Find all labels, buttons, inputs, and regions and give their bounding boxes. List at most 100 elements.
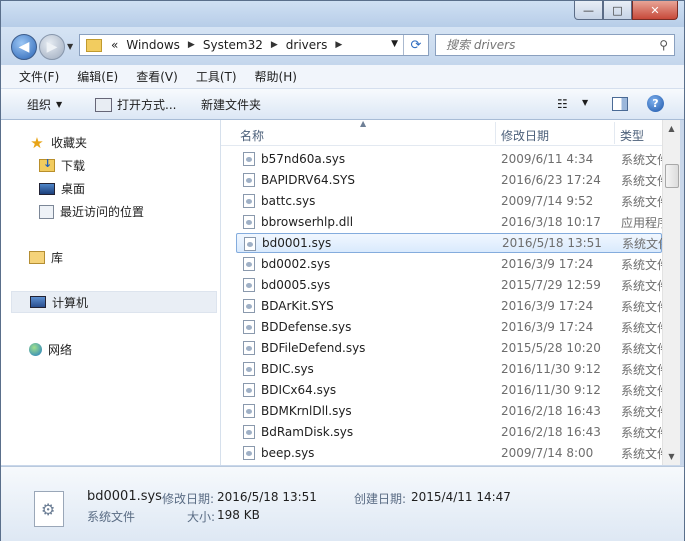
- menu-tools[interactable]: 工具(T): [178, 68, 246, 85]
- file-name: BDICx64.sys: [261, 383, 337, 397]
- nav-downloads-label: 下载: [61, 159, 86, 173]
- scroll-up-icon[interactable]: ▲: [663, 120, 680, 137]
- nav-recent-places[interactable]: 最近访问的位置: [39, 203, 144, 220]
- search-input[interactable]: [444, 37, 648, 53]
- search-box[interactable]: ⚲: [435, 34, 675, 56]
- file-row[interactable]: bd0001.sys 2016/5/18 13:51 系统文件: [236, 233, 662, 253]
- close-button[interactable]: ✕: [632, 1, 678, 20]
- file-row[interactable]: bd0005.sys 2015/7/29 12:59 系统文件: [236, 275, 662, 295]
- file-date: 2016/11/30 9:12: [501, 383, 601, 397]
- address-prefix[interactable]: «: [107, 38, 122, 52]
- file-row[interactable]: bd0002.sys 2016/3/9 17:24 系统文件: [236, 254, 662, 274]
- file-row[interactable]: BDMKrnlDll.sys 2016/2/18 16:43 系统文件: [236, 401, 662, 421]
- column-divider[interactable]: [614, 122, 615, 144]
- column-header-date[interactable]: 修改日期: [501, 127, 549, 144]
- file-date: 2016/3/9 17:24: [501, 257, 594, 271]
- breadcrumb-drivers[interactable]: drivers: [282, 38, 332, 52]
- details-created-value: 2015/4/11 14:47: [411, 490, 511, 504]
- file-name: BDDefense.sys: [261, 320, 352, 334]
- column-header-type[interactable]: 类型: [620, 127, 644, 144]
- file-row[interactable]: bbrowserhlp.dll 2016/3/18 10:17 应用程序扩展: [236, 212, 662, 232]
- file-type: 系统文件: [621, 194, 662, 209]
- chevron-down-icon: ▼: [56, 100, 63, 109]
- system-file-icon: [243, 362, 255, 376]
- system-file-icon: [243, 425, 255, 439]
- file-date: 2016/3/9 17:24: [501, 320, 594, 334]
- menu-file[interactable]: 文件(F): [1, 68, 68, 85]
- refresh-icon[interactable]: ⟳: [403, 35, 428, 55]
- nav-network[interactable]: 网络: [29, 341, 72, 358]
- details-filetype: 系统文件: [87, 510, 136, 524]
- file-row[interactable]: BDFileDefend.sys 2015/5/28 10:20 系统文件: [236, 338, 662, 358]
- search-icon[interactable]: ⚲: [659, 38, 668, 52]
- file-row[interactable]: BdRamDisk.sys 2016/2/18 16:43 系统文件: [236, 422, 662, 442]
- nav-favorites[interactable]: ★ 收藏夹: [29, 134, 87, 151]
- forward-button[interactable]: ▶: [39, 34, 65, 60]
- command-bar: 组织 ▼ 打开方式... 新建文件夹 ☷ ▼ ?: [1, 89, 684, 120]
- scroll-thumb[interactable]: [665, 164, 679, 188]
- column-divider[interactable]: [495, 122, 496, 144]
- menu-help[interactable]: 帮助(H): [237, 68, 306, 85]
- file-date: 2015/5/28 10:20: [501, 341, 601, 355]
- file-type: 系统文件: [621, 446, 662, 461]
- open-with-button[interactable]: 打开方式...: [95, 96, 176, 113]
- column-header-name[interactable]: 名称: [240, 127, 264, 144]
- menu-bar: 文件(F) 编辑(E) 查看(V) 工具(T) 帮助(H): [1, 65, 684, 89]
- views-dropdown-icon[interactable]: ▼: [582, 98, 588, 107]
- nav-computer-label: 计算机: [52, 295, 89, 310]
- chevron-right-icon[interactable]: ▶: [184, 40, 199, 50]
- star-icon: ★: [30, 133, 44, 152]
- file-name: beep.sys: [261, 446, 315, 460]
- system-file-icon: [243, 194, 255, 208]
- chevron-right-icon[interactable]: ▶: [331, 40, 346, 50]
- menu-edit[interactable]: 编辑(E): [59, 68, 127, 85]
- file-name: battc.sys: [261, 194, 316, 208]
- back-button[interactable]: ◀: [11, 34, 37, 60]
- file-row[interactable]: b57nd60a.sys 2009/6/11 4:34 系统文件: [236, 149, 662, 169]
- file-type: 系统文件: [621, 299, 662, 314]
- folder-icon: [86, 38, 102, 52]
- details-modified-label: 修改日期:: [162, 492, 215, 506]
- system-file-icon: [243, 404, 255, 418]
- computer-icon: [30, 296, 46, 308]
- file-row[interactable]: BDICx64.sys 2016/11/30 9:12 系统文件: [236, 380, 662, 400]
- file-row[interactable]: BDIC.sys 2016/11/30 9:12 系统文件: [236, 359, 662, 379]
- nav-computer[interactable]: 计算机: [11, 291, 217, 313]
- file-row[interactable]: BDDefense.sys 2016/3/9 17:24 系统文件: [236, 317, 662, 337]
- address-bar[interactable]: « Windows ▶ System32 ▶ drivers ▶ ▼ ⟳: [79, 34, 429, 56]
- file-date: 2016/3/9 17:24: [501, 299, 594, 313]
- maximize-button[interactable]: □: [603, 1, 632, 20]
- file-name: b57nd60a.sys: [261, 152, 346, 166]
- views-icon[interactable]: ☷: [557, 97, 568, 111]
- vertical-scrollbar[interactable]: ▲ ▼: [662, 120, 680, 465]
- preview-pane-icon[interactable]: [612, 97, 628, 111]
- file-row[interactable]: BDArKit.SYS 2016/3/9 17:24 系统文件: [236, 296, 662, 316]
- file-type: 系统文件: [621, 152, 662, 167]
- organize-button[interactable]: 组织 ▼: [27, 96, 62, 113]
- file-type: 系统文件: [621, 404, 662, 419]
- file-list: ▲ 名称 修改日期 类型 b57nd60a.sys 2009/6/11 4:34 系…: [221, 120, 662, 465]
- breadcrumb-system32[interactable]: System32: [199, 38, 267, 52]
- minimize-button[interactable]: —: [574, 1, 603, 20]
- breadcrumb-windows[interactable]: Windows: [122, 38, 184, 52]
- file-row[interactable]: battc.sys 2009/7/14 9:52 系统文件: [236, 191, 662, 211]
- file-name: bd0002.sys: [261, 257, 331, 271]
- file-name: BDFileDefend.sys: [261, 341, 366, 355]
- new-folder-button[interactable]: 新建文件夹: [201, 96, 261, 113]
- scroll-down-icon[interactable]: ▼: [663, 448, 680, 465]
- file-row[interactable]: BAPIDRV64.SYS 2016/6/23 17:24 系统文件: [236, 170, 662, 190]
- nav-desktop[interactable]: 桌面: [39, 180, 85, 197]
- nav-libraries[interactable]: 库: [29, 249, 63, 266]
- help-icon[interactable]: ?: [647, 95, 664, 112]
- system-file-icon: [34, 491, 64, 527]
- organize-label: 组织: [27, 98, 52, 112]
- nav-libraries-label: 库: [51, 251, 64, 265]
- chevron-right-icon[interactable]: ▶: [267, 40, 282, 50]
- recent-pages-dropdown[interactable]: ▼: [67, 42, 73, 51]
- file-row[interactable]: beep.sys 2009/7/14 8:00 系统文件: [236, 443, 662, 463]
- menu-view[interactable]: 查看(V): [118, 68, 187, 85]
- address-dropdown-icon[interactable]: ▼: [391, 39, 398, 49]
- nav-downloads[interactable]: 下载: [39, 157, 85, 174]
- arrow-right-icon: ▶: [46, 39, 58, 55]
- file-date: 2009/7/14 9:52: [501, 194, 594, 208]
